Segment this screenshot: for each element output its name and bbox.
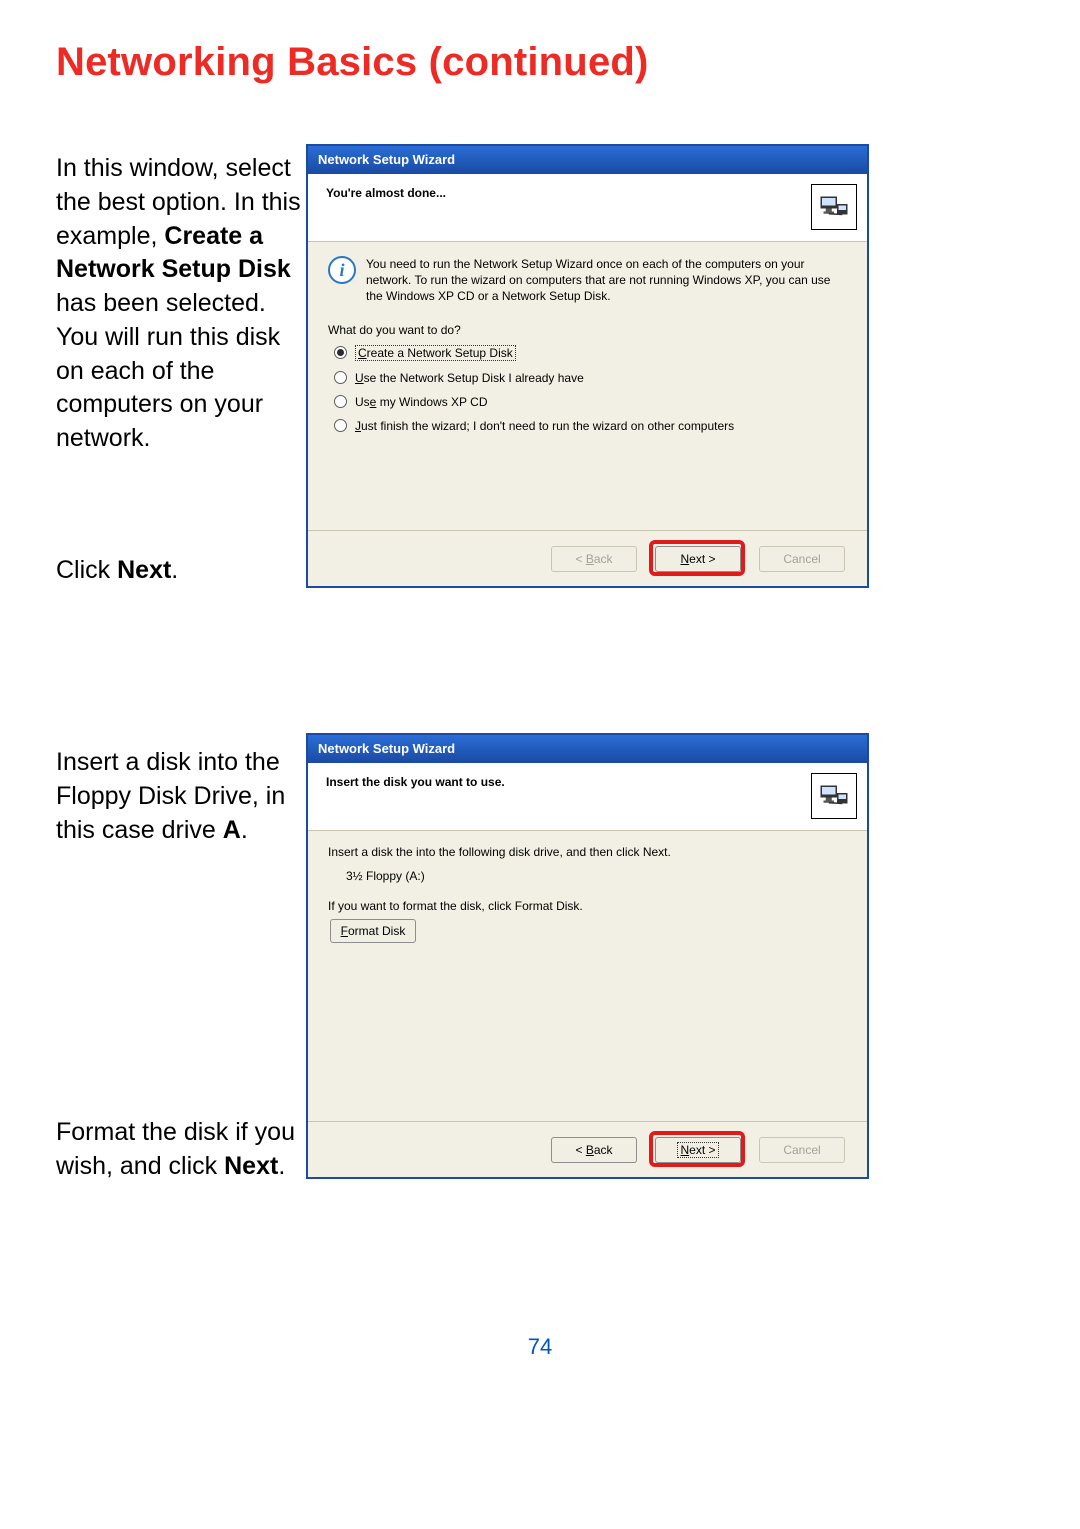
accel: N <box>680 552 689 566</box>
text: has been selected. You will run this dis… <box>56 289 280 452</box>
info-icon: i <box>328 256 356 284</box>
next-button[interactable]: Next > <box>655 1137 741 1163</box>
rest: ext > <box>689 552 715 566</box>
radio-create-disk[interactable]: Create a Network Setup Disk <box>334 345 847 361</box>
network-setup-wizard-step-almost-done: Network Setup Wizard You're almost done.… <box>306 144 869 588</box>
network-icon <box>811 184 857 230</box>
text-bold: A <box>223 816 241 844</box>
info-row: i You need to run the Network Setup Wiza… <box>328 256 847 305</box>
text: . <box>278 1152 285 1180</box>
wizard-buttonbar: < Back Next > Cancel <box>308 1121 867 1177</box>
accel: N <box>680 1143 689 1157</box>
wizard-buttonbar: < Back Next > Cancel <box>308 530 867 586</box>
radio-icon <box>334 346 347 359</box>
label-rest: ust finish the wizard; I don't need to r… <box>361 419 734 433</box>
radio-label: Create a Network Setup Disk <box>355 345 516 361</box>
wizard-content: Insert a disk the into the following dis… <box>308 831 867 1125</box>
radio-icon <box>334 395 347 408</box>
prompt-text: What do you want to do? <box>328 323 847 337</box>
instruction-paragraph-1: In this window, select the best option. … <box>56 152 304 456</box>
text: Insert a disk into the Floppy Disk Drive… <box>56 748 285 844</box>
radio-label: Use my Windows XP CD <box>355 395 488 409</box>
instruction-format-next: Format the disk if you wish, and click N… <box>56 1116 304 1184</box>
rest: ormat Disk <box>348 924 405 938</box>
back-button: < Back <box>551 546 637 572</box>
format-disk-button[interactable]: Format Disk <box>330 919 416 943</box>
text-bold: Next <box>117 556 171 584</box>
label-rest: reate a Network Setup Disk <box>367 346 513 360</box>
focus-rect: Next > <box>677 1142 718 1158</box>
lt: < <box>575 552 585 566</box>
wizard-content: i You need to run the Network Setup Wiza… <box>308 242 867 534</box>
label-rest: my Windows XP CD <box>376 395 487 409</box>
next-button[interactable]: Next > <box>655 546 741 572</box>
accel: C <box>358 346 367 360</box>
radio-group: Create a Network Setup Disk Use the Netw… <box>334 345 847 433</box>
wizard-header: Insert the disk you want to use. <box>308 763 867 831</box>
text: Click <box>56 556 117 584</box>
cancel-button: Cancel <box>759 546 845 572</box>
titlebar: Network Setup Wizard <box>308 146 867 174</box>
label-rest: se the Network Setup Disk I already have <box>364 371 584 385</box>
instruction-line-2: If you want to format the disk, click Fo… <box>328 899 847 913</box>
rest: ack <box>594 552 613 566</box>
wizard-header-title: You're almost done... <box>326 186 849 200</box>
label-pre: Us <box>355 395 370 409</box>
radio-icon <box>334 419 347 432</box>
instruction-click-next: Click Next. <box>56 554 304 588</box>
accel: B <box>586 552 594 566</box>
rest: ext > <box>689 1143 715 1157</box>
radio-just-finish[interactable]: Just finish the wizard; I don't need to … <box>334 419 847 433</box>
text: . <box>171 556 178 584</box>
titlebar: Network Setup Wizard <box>308 735 867 763</box>
accel: F <box>341 924 348 938</box>
page-number: 74 <box>0 1334 1080 1360</box>
cancel-button: Cancel <box>759 1137 845 1163</box>
wizard-header: You're almost done... <box>308 174 867 242</box>
rest: ack <box>594 1143 613 1157</box>
network-setup-wizard-step-insert-disk: Network Setup Wizard Insert the disk you… <box>306 733 869 1179</box>
accel: B <box>586 1143 594 1157</box>
info-text: You need to run the Network Setup Wizard… <box>366 256 847 305</box>
page-title: Networking Basics (continued) <box>56 40 649 85</box>
drive-label: 3½ Floppy (A:) <box>346 869 847 883</box>
lt: < <box>575 1143 585 1157</box>
instruction-line-1: Insert a disk the into the following dis… <box>328 845 847 859</box>
accel: U <box>355 371 364 385</box>
radio-label: Use the Network Setup Disk I already hav… <box>355 371 584 385</box>
instruction-insert-disk: Insert a disk into the Floppy Disk Drive… <box>56 746 304 847</box>
back-button[interactable]: < Back <box>551 1137 637 1163</box>
text: . <box>241 816 248 844</box>
radio-label: Just finish the wizard; I don't need to … <box>355 419 734 433</box>
radio-icon <box>334 371 347 384</box>
text-bold: Next <box>224 1152 278 1180</box>
wizard-header-title: Insert the disk you want to use. <box>326 775 849 789</box>
network-icon <box>811 773 857 819</box>
radio-use-xp-cd[interactable]: Use my Windows XP CD <box>334 395 847 409</box>
radio-use-existing-disk[interactable]: Use the Network Setup Disk I already hav… <box>334 371 847 385</box>
